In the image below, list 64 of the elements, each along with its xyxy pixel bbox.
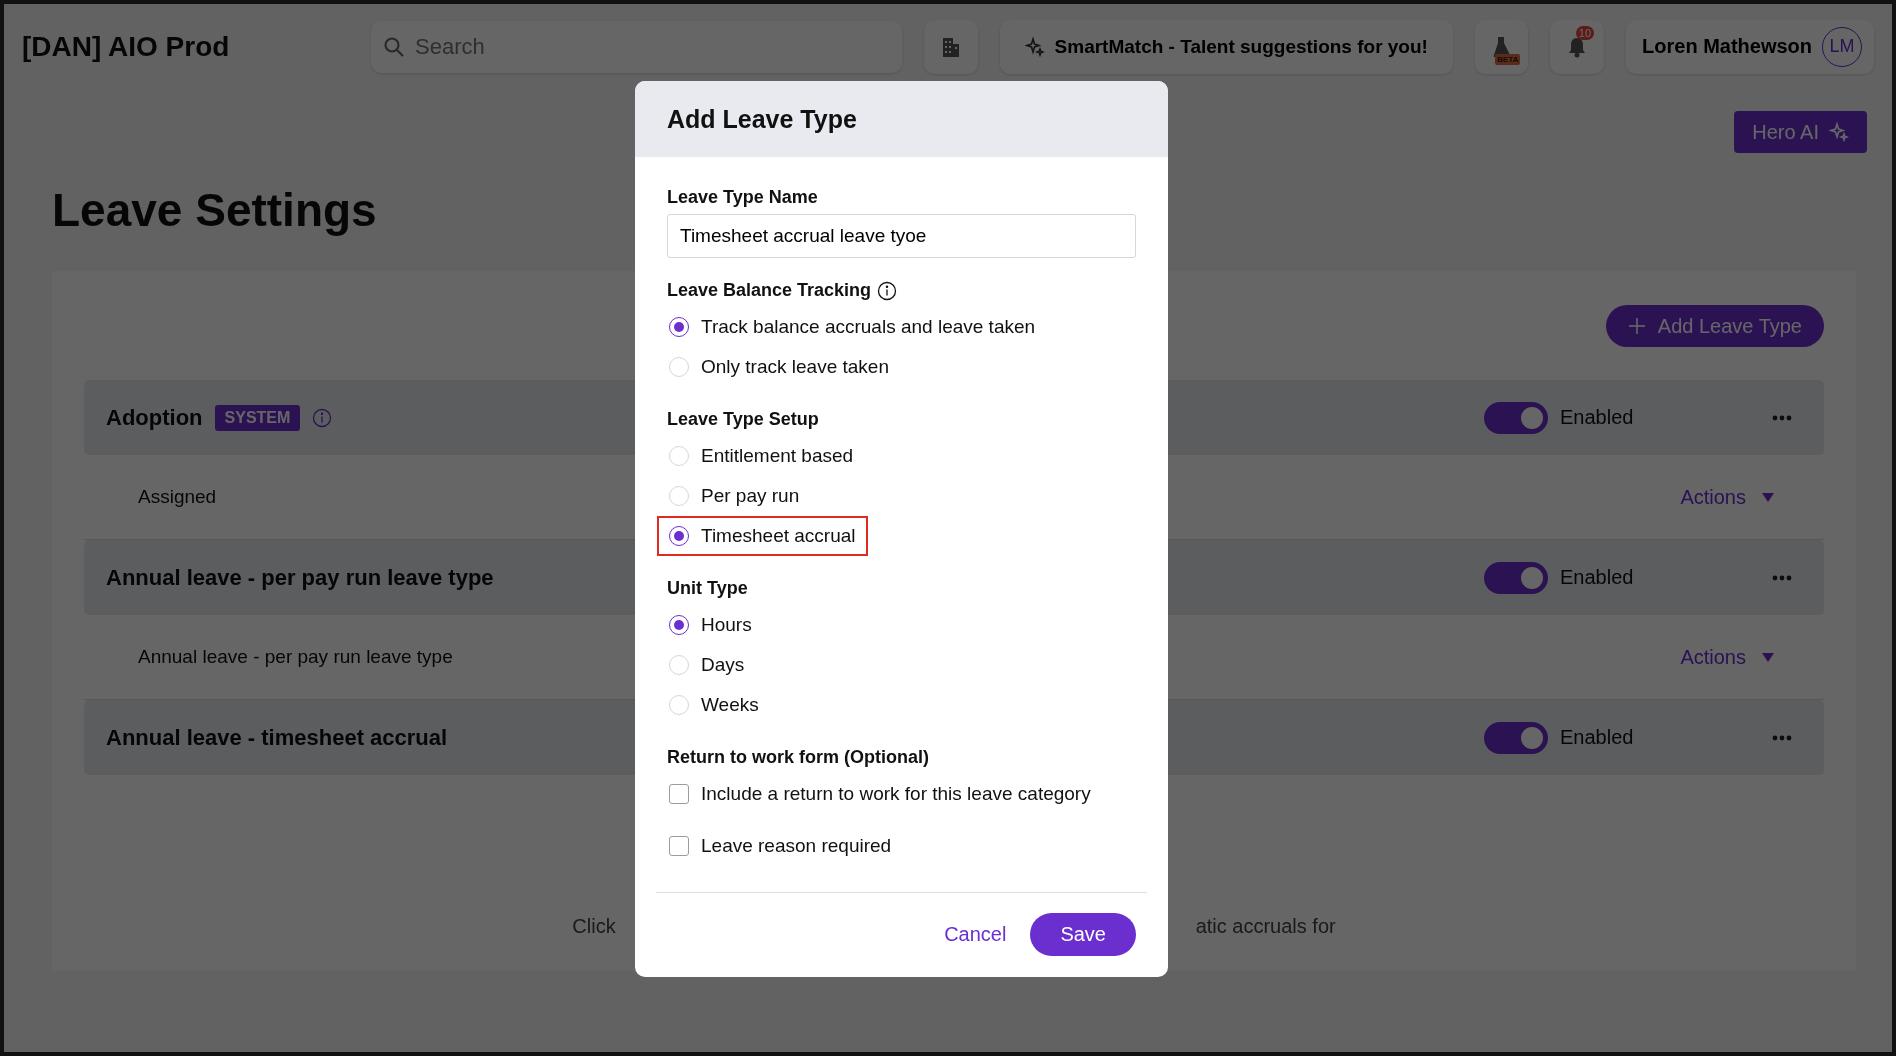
section-label: Leave Balance Tracking — [667, 280, 872, 301]
user-menu[interactable]: Loren Mathewson LM — [1626, 19, 1874, 74]
system-badge: SYSTEM — [214, 404, 301, 431]
radio-option[interactable]: Entitlement based — [657, 436, 866, 476]
section-label: Return to work form (Optional) — [667, 747, 929, 768]
sparkle-icon — [1829, 122, 1849, 142]
leave-type-name-field[interactable]: Timesheet accrual leave tyoe — [667, 214, 1136, 258]
notification-count: 10 — [1575, 25, 1595, 40]
status-label: Enabled — [1560, 406, 1635, 429]
leave-type-name: Annual leave - per pay run leave type — [106, 564, 494, 591]
bell-icon — [1567, 35, 1588, 58]
leave-type-name: Annual leave - timesheet accrual — [106, 724, 448, 751]
checkbox[interactable] — [669, 784, 689, 804]
option-label: Per pay run — [701, 485, 800, 507]
checkbox[interactable] — [669, 836, 689, 856]
section-label: Unit Type — [667, 578, 748, 599]
search-icon — [383, 35, 405, 58]
leave-type-name: Adoption — [106, 404, 203, 431]
radio-option[interactable]: Per pay run — [657, 476, 812, 516]
option-label: Hours — [701, 614, 752, 636]
option-label: Entitlement based — [701, 445, 854, 467]
option-label: Only track leave taken — [701, 356, 889, 378]
enabled-toggle[interactable] — [1484, 721, 1548, 754]
option-label: Days — [701, 654, 745, 676]
cancel-button[interactable]: Cancel — [938, 922, 1013, 947]
caret-icon — [1762, 492, 1774, 502]
radio-button[interactable] — [669, 526, 689, 546]
plus-icon — [1627, 317, 1646, 335]
enabled-toggle[interactable] — [1484, 561, 1548, 594]
beta-badge: BETA — [1495, 53, 1521, 65]
radio-option[interactable]: Hours — [657, 605, 764, 645]
enabled-toggle[interactable] — [1484, 401, 1548, 434]
building-button[interactable] — [924, 19, 978, 74]
hint-text: Click — [572, 915, 616, 938]
radio-option[interactable]: Days — [657, 645, 757, 685]
option-label: Track balance accruals and leave taken — [701, 316, 1036, 338]
section-label: Leave Type Setup — [667, 409, 819, 430]
radio-option[interactable]: Weeks — [657, 685, 771, 725]
sparkle-icon — [1024, 36, 1045, 57]
radio-button[interactable] — [669, 317, 689, 337]
more-icon — [1772, 734, 1792, 741]
more-icon — [1772, 414, 1792, 421]
option-label: Timesheet accrual — [701, 525, 856, 547]
leave-type-detail: Annual leave - per pay run leave type — [138, 646, 453, 668]
radio-button[interactable] — [669, 615, 689, 635]
radio-option[interactable]: Track balance accruals and leave taken — [657, 307, 1048, 347]
status-label: Enabled — [1560, 566, 1635, 589]
smartmatch-button[interactable]: SmartMatch - Talent suggestions for you! — [999, 19, 1453, 74]
dialog-title: Add Leave Type — [635, 81, 1168, 157]
more-icon — [1772, 574, 1792, 581]
hint-text: atic accruals for — [1195, 915, 1336, 938]
option-label: Leave reason required — [701, 835, 892, 857]
caret-icon — [1762, 652, 1774, 662]
option-label: Weeks — [701, 694, 759, 716]
highlight-frame[interactable]: Timesheet accrual — [657, 516, 868, 556]
page-title: Leave Settings — [52, 183, 377, 237]
app-title: [DAN] AIO Prod — [22, 30, 231, 63]
radio-option[interactable]: Only track leave taken — [657, 347, 901, 387]
save-button[interactable]: Save — [1030, 913, 1136, 956]
status-label: Enabled — [1560, 726, 1635, 749]
option-label: Include a return to work for this leave category — [701, 783, 1091, 805]
leave-type-detail: Assigned — [138, 486, 217, 508]
field-label: Leave Type Name — [667, 187, 818, 208]
building-icon — [940, 35, 961, 58]
